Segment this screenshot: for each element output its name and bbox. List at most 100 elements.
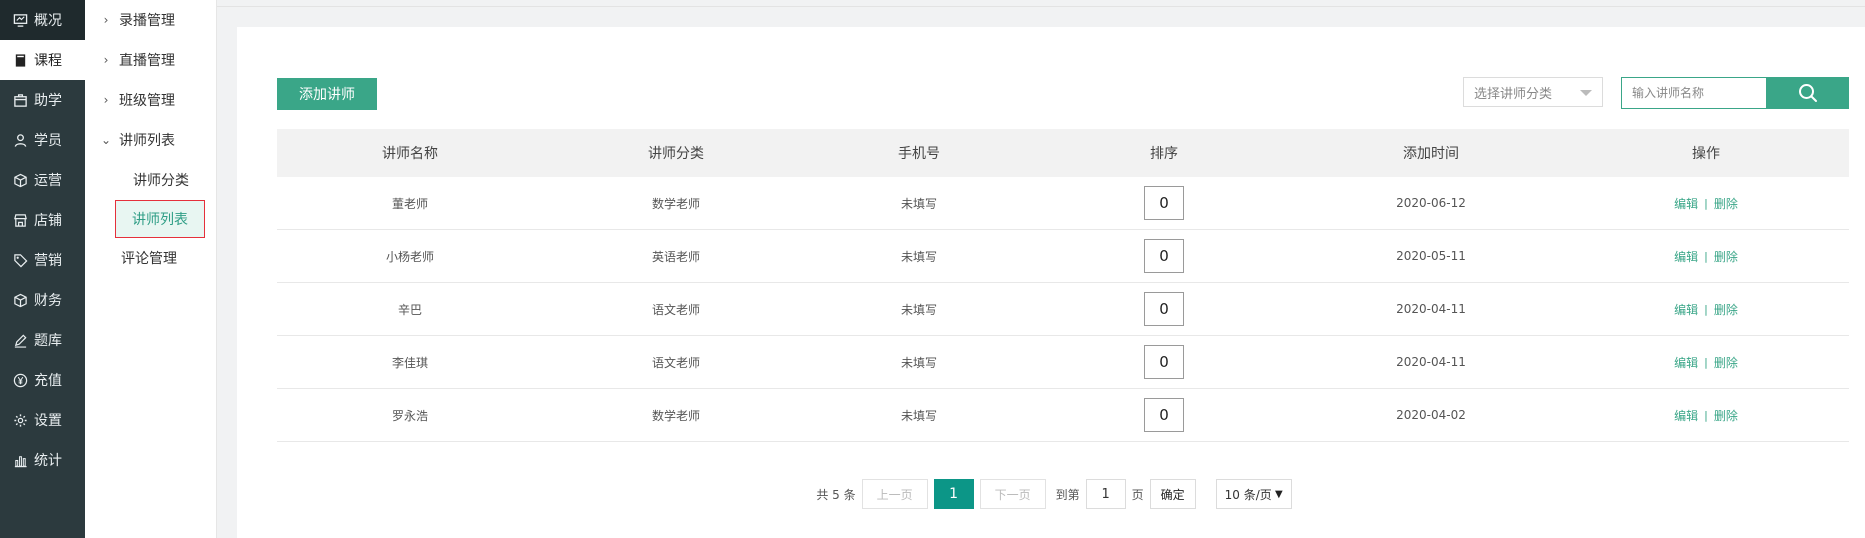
nav-item-label: 财务 xyxy=(34,293,62,309)
lecturer-phone: 未填写 xyxy=(900,408,937,423)
nav-item-11[interactable]: 统计 xyxy=(0,440,85,480)
nav-item-label: 助学 xyxy=(34,93,62,109)
nav-item-label: 课程 xyxy=(34,53,62,69)
rank-cell xyxy=(1029,345,1299,379)
nav-item-label: 题库 xyxy=(34,333,62,349)
nav-item-label: 统计 xyxy=(34,453,62,469)
gear-icon xyxy=(12,412,28,428)
box-icon xyxy=(12,92,28,108)
rank-input[interactable] xyxy=(1144,398,1184,432)
rank-input[interactable] xyxy=(1144,239,1184,273)
table-row: 小杨老师 英语老师 未填写 2020-05-11 编辑 | 删除 xyxy=(277,230,1849,283)
subnav-child-label: 讲师列表 xyxy=(132,212,188,228)
nav-item-10[interactable]: 设置 xyxy=(0,400,85,440)
nav-item-0[interactable]: 概况 xyxy=(0,0,85,40)
nav-item-6[interactable]: 营销 xyxy=(0,240,85,280)
page-unit-label: 页 xyxy=(1131,487,1144,502)
goto-confirm-button[interactable]: 确定 xyxy=(1149,479,1196,509)
lecturer-category: 英语老师 xyxy=(651,249,700,264)
table-row: 罗永浩 数学老师 未填写 2020-04-02 编辑 | 删除 xyxy=(277,389,1849,442)
book-icon xyxy=(12,52,28,68)
nav-item-label: 概况 xyxy=(34,13,62,29)
nav-item-1[interactable]: 课程 xyxy=(0,40,85,80)
delete-link[interactable]: 删除 xyxy=(1714,407,1738,424)
actions-cell: 编辑 | 删除 xyxy=(1563,195,1849,212)
pencil-icon xyxy=(12,332,28,348)
nav-item-2[interactable]: 助学 xyxy=(0,80,85,120)
next-page-button[interactable]: 下一页 xyxy=(979,479,1046,509)
edit-link[interactable]: 编辑 xyxy=(1674,248,1698,265)
sub-nav: › 录播管理 › 直播管理 › 班级管理 ⌄ 讲师列表 讲师分类 讲师列表 评论… xyxy=(85,0,217,538)
action-separator: | xyxy=(1704,302,1708,316)
caret-down-icon: ▼ xyxy=(1274,489,1283,500)
nav-item-9[interactable]: 充值 xyxy=(0,360,85,400)
actions-cell: 编辑 | 删除 xyxy=(1563,248,1849,265)
current-page[interactable]: 1 xyxy=(933,479,974,509)
nav-item-4[interactable]: 运营 xyxy=(0,160,85,200)
action-separator: | xyxy=(1704,196,1708,210)
subnav-item-lecturers[interactable]: ⌄ 讲师列表 xyxy=(85,120,216,160)
action-separator: | xyxy=(1704,355,1708,369)
delete-link[interactable]: 删除 xyxy=(1714,195,1738,212)
delete-link[interactable]: 删除 xyxy=(1714,301,1738,318)
monitor-icon xyxy=(12,12,28,28)
subnav-item-label: 讲师列表 xyxy=(119,133,175,149)
lecturer-search-input[interactable] xyxy=(1621,77,1767,109)
rank-input[interactable] xyxy=(1144,186,1184,220)
subnav-item-comments[interactable]: 评论管理 xyxy=(85,238,216,278)
edit-link[interactable]: 编辑 xyxy=(1674,301,1698,318)
table-header: 讲师名称 讲师分类 手机号 排序 添加时间 操作 xyxy=(277,129,1849,177)
nav-item-label: 店铺 xyxy=(34,213,62,229)
goto-page-input[interactable] xyxy=(1085,479,1126,509)
prev-page-button[interactable]: 上一页 xyxy=(861,479,928,509)
add-lecturer-button[interactable]: 添加讲师 xyxy=(277,78,377,110)
nav-item-3[interactable]: 学员 xyxy=(0,120,85,160)
chevron-down-icon: ⌄ xyxy=(100,133,112,147)
rank-input[interactable] xyxy=(1144,292,1184,326)
chevron-right-icon: › xyxy=(103,13,109,27)
delete-link[interactable]: 删除 xyxy=(1714,354,1738,371)
nav-item-7[interactable]: 财务 xyxy=(0,280,85,320)
column-header: 排序 xyxy=(1150,146,1178,162)
main-nav: 概况课程助学学员运营店铺营销财务题库充值设置统计 xyxy=(0,0,85,538)
subnav-item-live[interactable]: › 直播管理 xyxy=(85,40,216,80)
edit-link[interactable]: 编辑 xyxy=(1674,354,1698,371)
subnav-child-lecturer-list[interactable]: 讲师列表 xyxy=(115,200,205,238)
subnav-item-class[interactable]: › 班级管理 xyxy=(85,80,216,120)
search-button[interactable] xyxy=(1767,77,1849,109)
store-icon xyxy=(12,212,28,228)
lecturer-table: 讲师名称 讲师分类 手机号 排序 添加时间 操作 董老师 数学老师未填写 2020-… xyxy=(277,129,1849,442)
subnav-item-recorded[interactable]: › 录播管理 xyxy=(85,0,216,40)
rank-cell xyxy=(1029,398,1299,432)
rank-cell xyxy=(1029,239,1299,273)
subnav-child-lecturer-category[interactable]: 讲师分类 xyxy=(85,160,216,200)
lecturer-name: 李佳琪 xyxy=(391,355,428,370)
delete-link[interactable]: 删除 xyxy=(1714,248,1738,265)
lecturer-category: 数学老师 xyxy=(651,196,700,211)
nav-item-5[interactable]: 店铺 xyxy=(0,200,85,240)
subnav-item-label: 班级管理 xyxy=(119,93,175,109)
lecturer-name: 小杨老师 xyxy=(385,249,434,264)
nav-item-label: 充值 xyxy=(34,373,62,389)
added-date: 2020-06-12 xyxy=(1396,196,1466,210)
added-date: 2020-04-02 xyxy=(1396,408,1466,422)
lecturer-category: 语文老师 xyxy=(651,302,700,317)
action-separator: | xyxy=(1704,408,1708,422)
added-date: 2020-05-11 xyxy=(1396,249,1466,263)
table-row: 李佳琪 语文老师 未填写 2020-04-11 编辑 | 删除 xyxy=(277,336,1849,389)
rank-input[interactable] xyxy=(1144,345,1184,379)
caret-down-icon xyxy=(1580,90,1592,96)
page-size-value: 10 条/页 xyxy=(1224,487,1272,502)
cube-icon xyxy=(12,172,28,188)
page-size-select[interactable]: 10 条/页 ▼ xyxy=(1215,479,1292,509)
subnav-child-label: 讲师分类 xyxy=(133,173,189,189)
subnav-item-label: 评论管理 xyxy=(121,251,177,267)
category-select-placeholder: 选择讲师分类 xyxy=(1474,86,1553,102)
yen-icon xyxy=(12,372,28,388)
lecturer-name: 董老师 xyxy=(391,196,428,211)
edit-link[interactable]: 编辑 xyxy=(1674,407,1698,424)
edit-link[interactable]: 编辑 xyxy=(1674,195,1698,212)
nav-item-label: 学员 xyxy=(34,133,62,149)
lecturer-category-select[interactable]: 选择讲师分类 xyxy=(1463,77,1603,107)
nav-item-8[interactable]: 题库 xyxy=(0,320,85,360)
